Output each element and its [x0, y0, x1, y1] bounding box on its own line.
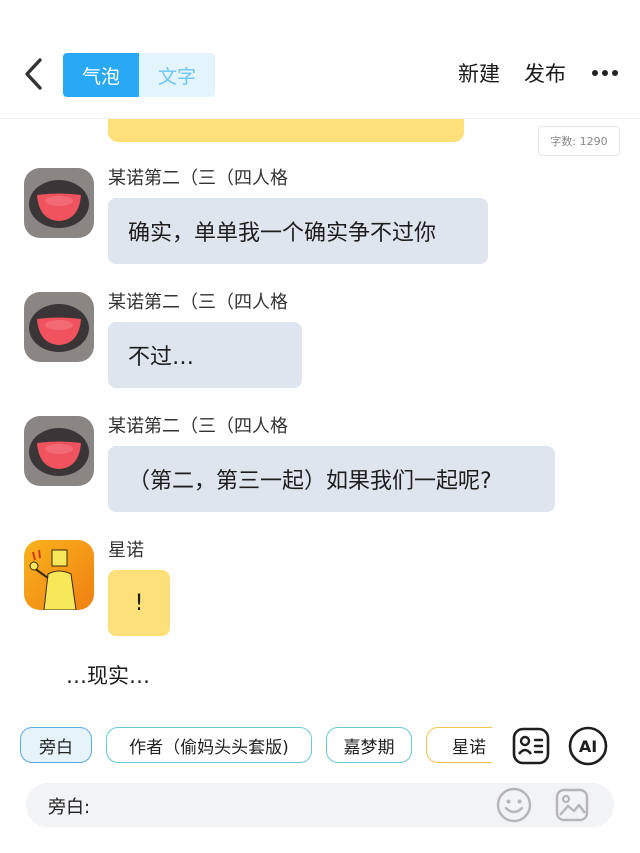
avatar[interactable] [24, 168, 94, 238]
image-icon [555, 788, 589, 822]
sender-name: 某诺第二（三（四人格 [108, 168, 288, 189]
ai-label: AI [579, 737, 597, 756]
word-count-badge: 字数: 1290 [538, 126, 620, 156]
tab-text[interactable]: 文字 [139, 53, 215, 97]
composer-panel: 旁白 作者（偷妈头头套版) 嘉梦期 星诺 AI 旁白: [0, 703, 640, 853]
message-bubble[interactable]: 不过… [108, 322, 302, 388]
more-dots-icon [592, 70, 618, 76]
more-button[interactable] [590, 58, 620, 88]
tab-bubble[interactable]: 气泡 [63, 53, 139, 97]
mode-switch: 气泡 文字 [63, 53, 215, 97]
publish-button[interactable]: 发布 [524, 58, 566, 88]
character-card-button[interactable] [510, 725, 552, 767]
role-chip-jiamengqi[interactable]: 嘉梦期 [326, 727, 412, 763]
message-bubble[interactable]: ! [108, 570, 170, 636]
narration-text[interactable]: …现实… [66, 660, 150, 690]
input-role-label: 旁白: [48, 797, 91, 818]
new-button[interactable]: 新建 [458, 58, 500, 88]
sender-name: 星诺 [108, 540, 144, 561]
role-chip-narrator[interactable]: 旁白 [20, 727, 92, 763]
avatar[interactable] [24, 292, 94, 362]
top-bar: 气泡 文字 新建 发布 [0, 0, 640, 119]
back-button[interactable] [16, 56, 50, 92]
contact-card-icon [512, 727, 550, 765]
image-button[interactable] [550, 783, 594, 827]
chevron-left-icon [25, 58, 42, 90]
red-smile-avatar-icon [24, 292, 94, 362]
sender-name: 某诺第二（三（四人格 [108, 292, 288, 313]
role-chip-author[interactable]: 作者（偷妈头头套版) [106, 727, 312, 763]
ai-circle-icon: AI [568, 726, 608, 766]
avatar[interactable] [24, 540, 94, 610]
yellow-figure-avatar-icon [24, 540, 94, 610]
input-bar: 旁白: [26, 783, 614, 827]
red-smile-avatar-icon [24, 416, 94, 486]
avatar[interactable] [24, 416, 94, 486]
red-smile-avatar-icon [24, 168, 94, 238]
smiley-icon [496, 787, 532, 823]
emoji-button[interactable] [492, 783, 536, 827]
message-input[interactable] [101, 789, 485, 823]
role-selector[interactable]: 旁白 作者（偷妈头头套版) 嘉梦期 星诺 [20, 727, 492, 765]
role-chip-xingnuo[interactable]: 星诺 [426, 727, 492, 763]
ai-button[interactable]: AI [567, 725, 609, 767]
header-actions: 新建 发布 [458, 58, 620, 88]
message-bubble[interactable]: （第二，第三一起）如果我们一起呢? [108, 446, 555, 512]
sender-name: 某诺第二（三（四人格 [108, 416, 288, 437]
message-bubble[interactable]: 确实，单单我一个确实争不过你 [108, 198, 488, 264]
